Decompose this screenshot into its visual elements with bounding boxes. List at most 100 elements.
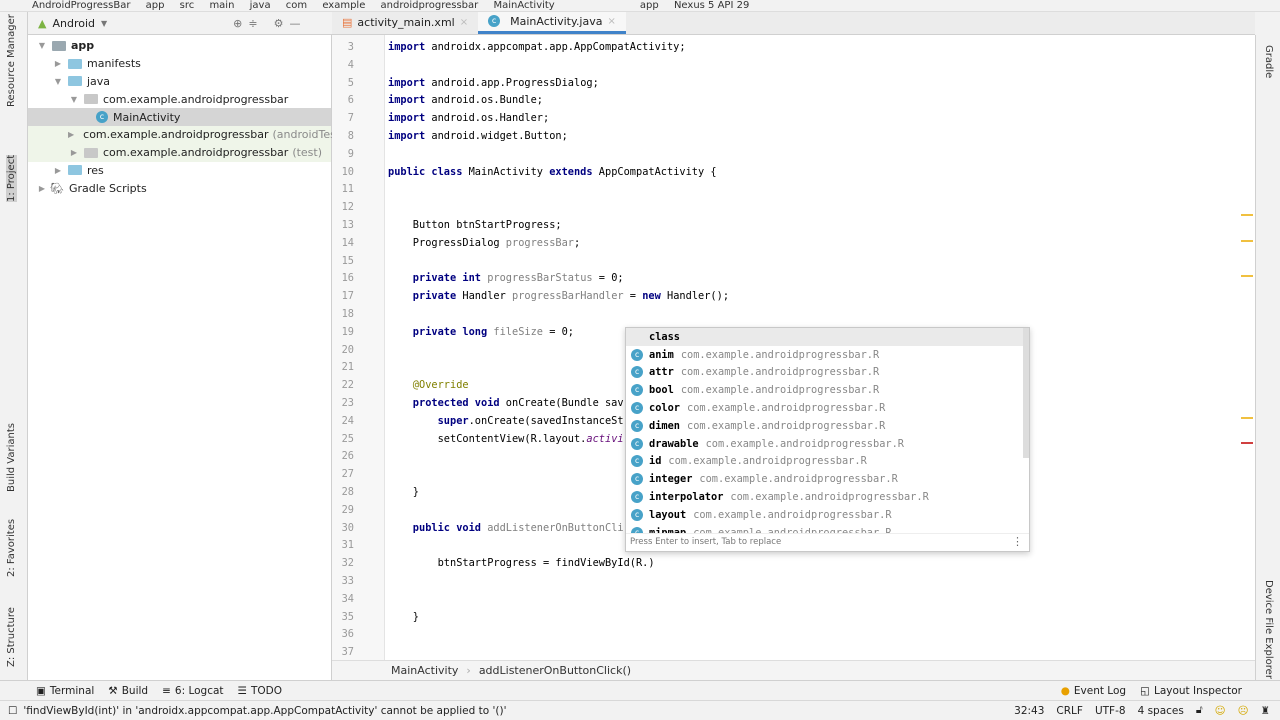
code-line[interactable]: super.onCreate(savedInstanceSt bbox=[388, 413, 624, 431]
line-separator[interactable]: CRLF bbox=[1056, 705, 1083, 717]
favorites-tab[interactable]: 2: Favorites bbox=[6, 519, 17, 577]
logcat-tab[interactable]: ≡ 6: Logcat bbox=[162, 685, 223, 697]
indent[interactable]: 4 spaces bbox=[1138, 705, 1184, 717]
chevron-down-icon[interactable]: ▼ bbox=[101, 19, 107, 28]
completion-item[interactable]: c interpolator com.example.androidprogress… bbox=[626, 488, 1029, 506]
tree-item[interactable]: ▶ res bbox=[28, 162, 331, 180]
code-line[interactable]: private int progressBarStatus = 0; bbox=[388, 270, 624, 288]
breadcrumb-method[interactable]: addListenerOnButtonClick() bbox=[479, 664, 631, 677]
hide-icon[interactable]: — bbox=[289, 17, 300, 30]
code-line[interactable]: import android.widget.Button; bbox=[388, 128, 568, 146]
lock-icon[interactable]: 🔓︎ bbox=[1196, 704, 1203, 717]
event-log-tab[interactable]: ● Event Log bbox=[1061, 685, 1126, 697]
nav-src[interactable]: src bbox=[180, 0, 195, 11]
collapsed-arrow-icon[interactable]: ▶ bbox=[52, 59, 64, 68]
structure-tab[interactable]: Z: Structure bbox=[6, 607, 17, 667]
build-variants-tab[interactable]: Build Variants bbox=[6, 423, 17, 492]
build-tab[interactable]: ⚒ Build bbox=[108, 685, 148, 697]
expanded-arrow-icon[interactable]: ▼ bbox=[52, 77, 64, 86]
tab-activity-main-xml[interactable]: ▤ activity_main.xml × bbox=[332, 11, 478, 34]
error-marker[interactable] bbox=[1241, 442, 1253, 444]
warning-marker[interactable] bbox=[1241, 417, 1253, 419]
tree-item[interactable]: ▶ com.example.androidprogressbar (androidT… bbox=[28, 125, 344, 144]
collapsed-arrow-icon[interactable]: ▶ bbox=[68, 130, 74, 139]
device-select[interactable]: Nexus 5 API 29 bbox=[674, 0, 749, 11]
tree-item[interactable]: ▶ manifests bbox=[28, 55, 331, 73]
completion-item[interactable]: c id com.example.androidprogressbar.R bbox=[626, 453, 1029, 471]
completion-item[interactable]: c attr com.example.androidprogressbar.R bbox=[626, 364, 1029, 382]
completion-item[interactable]: c dimen com.example.androidprogressbar.R bbox=[626, 417, 1029, 435]
completion-item[interactable]: c anim com.example.androidprogressbar.R bbox=[626, 346, 1029, 364]
code-line[interactable]: public class MainActivity extends AppCom… bbox=[388, 164, 717, 182]
nav-example[interactable]: example bbox=[322, 0, 365, 11]
code-line[interactable]: public void addListenerOnButtonCli bbox=[388, 520, 624, 538]
popup-scrollbar[interactable] bbox=[1023, 328, 1029, 458]
code-line[interactable]: private long fileSize = 0; bbox=[388, 324, 574, 342]
tab-mainactivity-java[interactable]: c MainActivity.java × bbox=[478, 11, 626, 34]
completion-item[interactable]: class bbox=[626, 328, 1029, 346]
tree-item[interactable]: ▶ com.example.androidprogressbar (test) bbox=[28, 143, 331, 162]
status-toggle-icon[interactable]: ☐ bbox=[8, 705, 17, 717]
expanded-arrow-icon[interactable]: ▼ bbox=[68, 95, 80, 104]
completion-item[interactable]: c integer com.example.androidprogressbar.R bbox=[626, 470, 1029, 488]
completion-item[interactable]: c color com.example.androidprogressbar.R bbox=[626, 399, 1029, 417]
gear-icon[interactable]: ⚙ bbox=[274, 17, 284, 30]
layout-inspector-tab[interactable]: ◱ Layout Inspector bbox=[1140, 685, 1242, 697]
code-line[interactable]: protected void onCreate(Bundle sav bbox=[388, 395, 624, 413]
terminal-tab[interactable]: ▣ Terminal bbox=[36, 685, 94, 697]
warning-marker[interactable] bbox=[1241, 275, 1253, 277]
tree-item[interactable]: ▶ 🐘︎ Gradle Scripts bbox=[28, 179, 331, 197]
completion-item[interactable]: c drawable com.example.androidprogressbar.… bbox=[626, 435, 1029, 453]
encoding[interactable]: UTF-8 bbox=[1095, 705, 1126, 717]
code-line[interactable]: btnStartProgress = findViewById(R.) bbox=[388, 555, 655, 573]
tree-item[interactable]: ▼ java bbox=[28, 73, 331, 91]
smile-icon[interactable]: ☺ bbox=[1215, 705, 1226, 717]
run-config-select[interactable]: app bbox=[640, 0, 659, 11]
code-line[interactable]: Button btnStartProgress; bbox=[388, 217, 562, 235]
breadcrumb-class[interactable]: MainActivity bbox=[391, 664, 458, 677]
collapsed-arrow-icon[interactable]: ▶ bbox=[52, 166, 64, 175]
view-selector[interactable]: Android bbox=[52, 17, 95, 30]
nav-com[interactable]: com bbox=[286, 0, 307, 11]
nav-java[interactable]: java bbox=[250, 0, 271, 11]
todo-tab[interactable]: ☰ TODO bbox=[238, 685, 282, 697]
code-line[interactable]: import androidx.appcompat.app.AppCompatA… bbox=[388, 39, 686, 57]
nav-app[interactable]: app bbox=[146, 0, 165, 11]
locate-icon[interactable]: ⊕ bbox=[233, 17, 242, 30]
warning-marker[interactable] bbox=[1241, 240, 1253, 242]
code-line[interactable]: setContentView(R.layout.activi bbox=[388, 431, 624, 449]
code-line[interactable]: import android.os.Bundle; bbox=[388, 92, 543, 110]
nav-file[interactable]: MainActivity bbox=[493, 0, 554, 11]
more-options-icon[interactable]: ⋮ bbox=[1012, 535, 1023, 548]
completion-name: bool bbox=[649, 384, 674, 397]
nav-package[interactable]: androidprogressbar bbox=[381, 0, 479, 11]
expanded-arrow-icon[interactable]: ▼ bbox=[36, 41, 48, 50]
tree-item[interactable]: ▼ com.example.androidprogressbar bbox=[28, 90, 331, 108]
tree-item[interactable]: c MainActivity bbox=[28, 108, 331, 126]
close-icon[interactable]: × bbox=[460, 17, 468, 28]
completion-item[interactable]: c bool com.example.androidprogressbar.R bbox=[626, 381, 1029, 399]
project-tab[interactable]: 1: Project bbox=[6, 154, 17, 202]
warning-marker[interactable] bbox=[1241, 214, 1253, 216]
resource-manager-tab[interactable]: Resource Manager bbox=[6, 14, 17, 107]
completion-item[interactable]: c layout com.example.androidprogressbar.R bbox=[626, 506, 1029, 524]
collapsed-arrow-icon[interactable]: ▶ bbox=[36, 184, 48, 193]
code-line[interactable]: @Override bbox=[388, 377, 469, 395]
code-line[interactable]: import android.app.ProgressDialog; bbox=[388, 75, 599, 93]
nav-project[interactable]: AndroidProgressBar bbox=[32, 0, 130, 11]
inspector-hat-icon[interactable]: ♜ bbox=[1261, 705, 1270, 717]
caret-position[interactable]: 32:43 bbox=[1014, 705, 1044, 717]
close-icon[interactable]: × bbox=[607, 16, 615, 27]
code-line[interactable]: import android.os.Handler; bbox=[388, 110, 549, 128]
code-line[interactable]: private Handler progressBarHandler = new… bbox=[388, 288, 729, 306]
code-line[interactable]: } bbox=[388, 484, 419, 502]
collapsed-arrow-icon[interactable]: ▶ bbox=[68, 148, 80, 157]
collapse-icon[interactable]: ≑ bbox=[248, 17, 257, 30]
frown-icon[interactable]: ☹ bbox=[1238, 705, 1249, 717]
nav-main[interactable]: main bbox=[209, 0, 234, 11]
code-line[interactable]: } bbox=[388, 609, 419, 627]
device-file-explorer-tab[interactable]: Device File Explorer bbox=[1263, 580, 1274, 679]
gradle-tab[interactable]: Gradle bbox=[1263, 45, 1274, 78]
tree-item[interactable]: ▼ app bbox=[28, 37, 331, 55]
code-line[interactable]: ProgressDialog progressBar; bbox=[388, 235, 580, 253]
